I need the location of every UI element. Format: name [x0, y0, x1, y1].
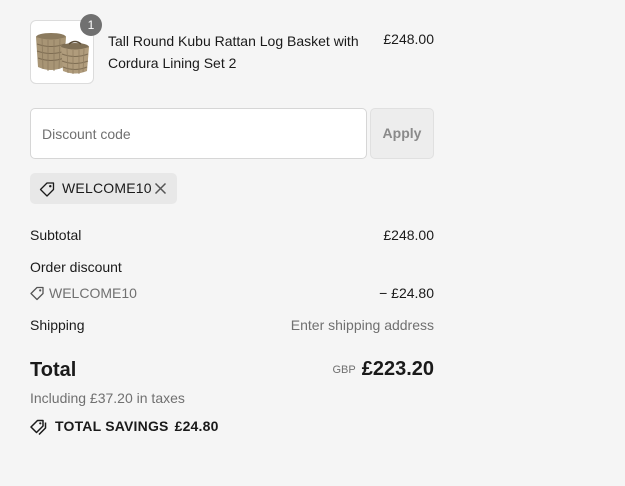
discount-code-label: WELCOME10	[49, 285, 137, 301]
shipping-label: Shipping	[30, 317, 85, 333]
savings-value: £24.80	[174, 418, 219, 434]
subtotal-row: Subtotal £248.00	[30, 227, 434, 243]
discount-value: − £24.80	[379, 285, 434, 301]
total-amount: GBP £223.20	[332, 358, 434, 381]
order-discount-row: Order discount	[30, 259, 434, 275]
savings-label: TOTAL SAVINGS	[55, 418, 169, 434]
subtotal-label: Subtotal	[30, 227, 82, 243]
shipping-row: Shipping Enter shipping address	[30, 317, 434, 333]
taxes-note: Including £37.20 in taxes	[30, 390, 185, 406]
line-item: 1 Tall Round Kubu Rattan Log Basket with…	[30, 14, 434, 84]
tag-icon	[39, 181, 56, 202]
product-price: £248.00	[383, 31, 434, 47]
discount-code-input[interactable]	[30, 108, 367, 159]
subtotal-value: £248.00	[383, 227, 434, 243]
close-icon[interactable]	[154, 182, 167, 200]
quantity-badge: 1	[80, 14, 102, 36]
basket-image	[36, 33, 89, 74]
price-tags-icon	[30, 419, 48, 438]
order-discount-label: Order discount	[30, 259, 122, 275]
discount-form: Apply	[30, 108, 434, 159]
applied-discount-code: WELCOME10	[62, 180, 152, 196]
tag-icon	[30, 286, 45, 304]
total-label: Total	[30, 359, 77, 381]
product-thumbnail: 1	[30, 14, 102, 84]
applied-discount-chip: WELCOME10	[30, 173, 177, 204]
shipping-value: Enter shipping address	[290, 317, 434, 333]
product-name: Tall Round Kubu Rattan Log Basket with C…	[108, 33, 359, 71]
currency-code: GBP	[332, 364, 356, 376]
apply-discount-button[interactable]: Apply	[370, 108, 434, 159]
total-value: £223.20	[361, 358, 434, 380]
